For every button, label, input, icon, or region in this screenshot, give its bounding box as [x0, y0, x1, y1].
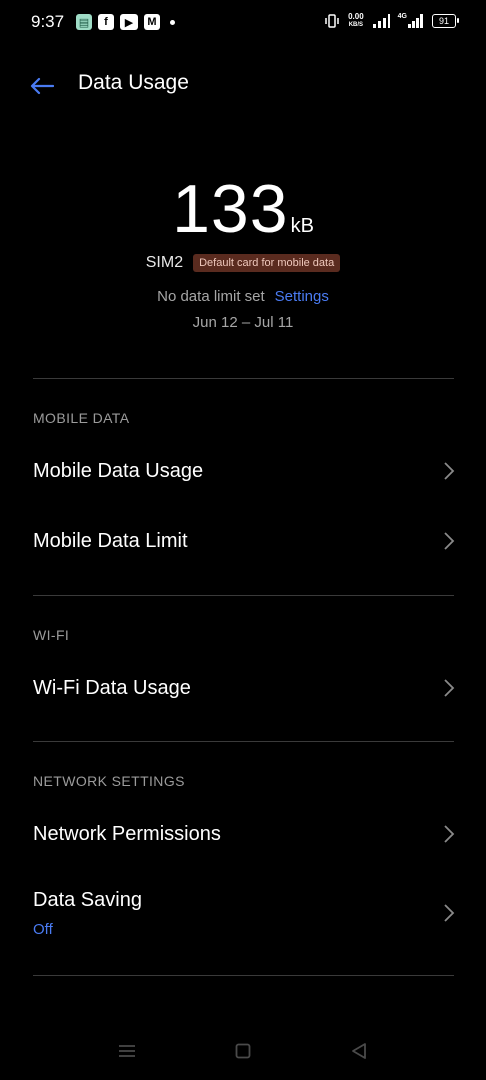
wifi-data-usage-item[interactable]: Wi-Fi Data Usage	[0, 658, 486, 718]
status-icons: 0.00 KB/S 4G 91	[324, 13, 459, 29]
more-notifications-icon	[170, 19, 175, 25]
network-permissions-item[interactable]: Network Permissions	[0, 804, 486, 864]
status-time: 9:37	[31, 12, 65, 31]
gmail-icon: M	[144, 14, 160, 30]
data-saving-item[interactable]: Data Saving	[0, 872, 486, 954]
facebook-icon: f	[98, 14, 114, 30]
nav-menu-button[interactable]	[112, 1040, 142, 1062]
data-limit-text: No data limit set	[157, 288, 265, 305]
data-saving-status: Off	[33, 921, 53, 938]
chevron-right-icon	[444, 462, 455, 480]
network-speed-unit: KB/S	[348, 22, 364, 28]
mobile-data-usage-item[interactable]: Mobile Data Usage	[0, 441, 486, 501]
wifi-data-usage-label: Wi-Fi Data Usage	[33, 676, 191, 699]
chevron-right-icon	[444, 532, 455, 550]
menu-icon	[119, 1045, 135, 1057]
messages-app-icon: ▤	[76, 14, 92, 30]
section-header-wifi: WI-FI	[33, 627, 70, 643]
divider	[33, 378, 454, 379]
back-triangle-icon	[352, 1043, 366, 1059]
signal-sim2-icon	[408, 14, 423, 28]
usage-unit: kB	[290, 215, 314, 237]
vibrate-icon	[325, 14, 339, 28]
sim-label: SIM2	[145, 254, 184, 271]
usage-value: 133	[172, 171, 289, 247]
network-permissions-label: Network Permissions	[33, 822, 221, 845]
section-header-network-settings: NETWORK SETTINGS	[33, 773, 185, 789]
divider	[33, 741, 454, 742]
back-button[interactable]	[28, 72, 56, 100]
data-limit-info: No data limit set Settings	[0, 288, 486, 305]
battery-level: 91	[438, 16, 449, 26]
home-square-icon	[235, 1043, 251, 1059]
page-title: Data Usage	[78, 71, 189, 94]
back-arrow-icon	[30, 77, 54, 95]
network-speed-value: 0.00	[348, 12, 364, 21]
signal-sim2: 4G	[398, 13, 424, 29]
section-header-mobile-data: MOBILE DATA	[33, 410, 130, 426]
usage-summary: 133 kB	[0, 170, 486, 248]
nav-back-button[interactable]	[344, 1040, 374, 1062]
data-saving-label: Data Saving	[33, 889, 142, 911]
sim-info: SIM2 Default card for mobile data	[0, 254, 486, 272]
mobile-data-usage-label: Mobile Data Usage	[33, 459, 204, 482]
settings-link[interactable]: Settings	[275, 288, 329, 305]
network-type-label: 4G	[397, 13, 407, 20]
youtube-icon: ▶	[120, 14, 138, 30]
nav-home-button[interactable]	[228, 1040, 258, 1062]
chevron-right-icon	[444, 904, 455, 922]
network-speed: 0.00 KB/S	[348, 13, 364, 29]
chevron-right-icon	[444, 825, 455, 843]
chevron-right-icon	[444, 679, 455, 697]
divider	[33, 975, 454, 976]
signal-sim1-icon	[372, 14, 390, 28]
battery-icon: 91	[432, 14, 459, 28]
mobile-data-limit-item[interactable]: Mobile Data Limit	[0, 511, 486, 571]
notification-icons: ▤ f ▶ M	[76, 14, 175, 30]
mobile-data-limit-label: Mobile Data Limit	[33, 529, 188, 552]
divider	[33, 595, 454, 596]
default-card-badge: Default card for mobile data	[193, 254, 341, 272]
billing-period: Jun 12 – Jul 11	[192, 314, 294, 331]
